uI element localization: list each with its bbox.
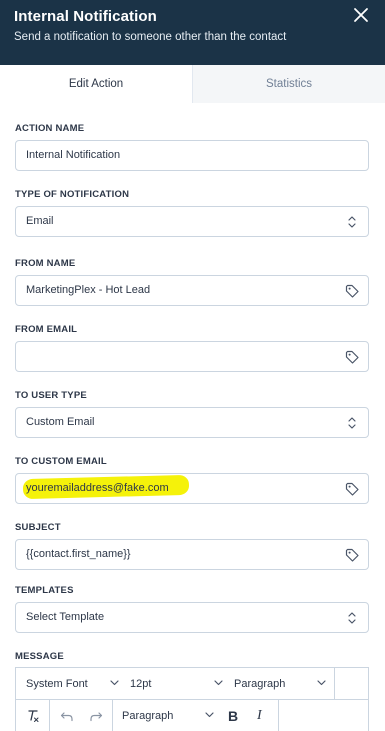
templates-value: Select Template bbox=[26, 611, 105, 623]
clear-format-button[interactable] bbox=[26, 700, 40, 731]
toolbar-divider bbox=[49, 700, 50, 731]
action-name-label: ACTION NAME bbox=[15, 123, 85, 134]
editor-toolbar-row: Paragraph B I bbox=[16, 700, 368, 731]
from-name-value: MarketingPlex - Hot Lead bbox=[26, 284, 151, 296]
user-type-value: Custom Email bbox=[26, 416, 95, 428]
bold-label: B bbox=[228, 708, 239, 724]
from-name-input[interactable]: MarketingPlex - Hot Lead bbox=[15, 275, 369, 306]
redo-icon bbox=[90, 712, 103, 722]
subject-input[interactable]: {{contact.first_name}} bbox=[15, 539, 369, 570]
tag-icon[interactable] bbox=[345, 350, 359, 364]
clear-format-icon bbox=[28, 710, 39, 722]
select-arrows-icon bbox=[348, 216, 356, 228]
tag-icon[interactable] bbox=[345, 482, 359, 496]
font-family-value: System Font bbox=[26, 678, 88, 690]
subject-value: {{contact.first_name}} bbox=[26, 548, 131, 560]
subject-label: SUBJECT bbox=[15, 522, 61, 533]
select-arrows-icon bbox=[348, 612, 356, 624]
rich-text-editor: System Font 12pt Paragraph Paragraph B I bbox=[15, 667, 369, 731]
font-size-value: 12pt bbox=[130, 678, 152, 690]
notification-type-select[interactable]: Email bbox=[15, 206, 369, 237]
undo-icon bbox=[60, 712, 73, 722]
action-name-input[interactable]: Internal Notification bbox=[15, 140, 369, 171]
templates-select[interactable]: Select Template bbox=[15, 602, 369, 633]
action-name-value: Internal Notification bbox=[26, 149, 121, 161]
custom-email-label: TO CUSTOM EMAIL bbox=[15, 456, 107, 467]
panel-subtitle: Send a notification to someone other tha… bbox=[14, 31, 287, 43]
undo-button[interactable] bbox=[60, 700, 74, 731]
user-type-select[interactable]: Custom Email bbox=[15, 407, 369, 438]
font-family-dropdown[interactable]: System Font bbox=[26, 668, 122, 700]
from-email-label: FROM EMAIL bbox=[15, 324, 78, 335]
bold-button[interactable]: B bbox=[228, 700, 240, 731]
tag-icon[interactable] bbox=[345, 284, 359, 298]
from-email-input[interactable] bbox=[15, 341, 369, 372]
chevron-down-icon bbox=[205, 712, 214, 718]
panel-title: Internal Notification bbox=[14, 8, 157, 25]
notification-type-value: Email bbox=[26, 215, 54, 227]
chevron-down-icon bbox=[317, 680, 326, 686]
tab-edit-action[interactable]: Edit Action bbox=[0, 65, 192, 103]
from-name-label: FROM NAME bbox=[15, 258, 76, 269]
select-arrows-icon bbox=[348, 417, 356, 429]
chevron-down-icon bbox=[110, 680, 119, 686]
redo-button[interactable] bbox=[89, 700, 103, 731]
italic-label: I bbox=[257, 708, 262, 723]
tab-statistics[interactable]: Statistics bbox=[192, 65, 385, 103]
toolbar-divider bbox=[112, 700, 113, 731]
tag-icon[interactable] bbox=[345, 548, 359, 562]
italic-button[interactable]: I bbox=[257, 700, 269, 731]
notification-type-label: TYPE OF NOTIFICATION bbox=[15, 189, 130, 200]
toolbar-divider bbox=[334, 668, 335, 700]
custom-email-input[interactable]: youremailaddress@fake.com bbox=[15, 473, 369, 504]
chevron-down-icon bbox=[214, 680, 223, 686]
block-format-value: Paragraph bbox=[234, 678, 286, 690]
toolbar-divider bbox=[278, 700, 279, 731]
custom-email-value: youremailaddress@fake.com bbox=[26, 482, 169, 494]
block-format-dropdown-2[interactable]: Paragraph bbox=[122, 700, 218, 731]
message-label: MESSAGE bbox=[15, 651, 64, 662]
block-format-value-2: Paragraph bbox=[122, 710, 174, 722]
font-size-dropdown[interactable]: 12pt bbox=[130, 668, 226, 700]
close-icon[interactable] bbox=[353, 7, 369, 23]
panel-header: Internal Notification Send a notificatio… bbox=[0, 0, 385, 65]
editor-toolbar-row: System Font 12pt Paragraph bbox=[16, 668, 368, 700]
templates-label: TEMPLATES bbox=[15, 585, 74, 596]
tab-bar: Edit Action Statistics bbox=[0, 65, 385, 103]
user-type-label: TO USER TYPE bbox=[15, 390, 87, 401]
